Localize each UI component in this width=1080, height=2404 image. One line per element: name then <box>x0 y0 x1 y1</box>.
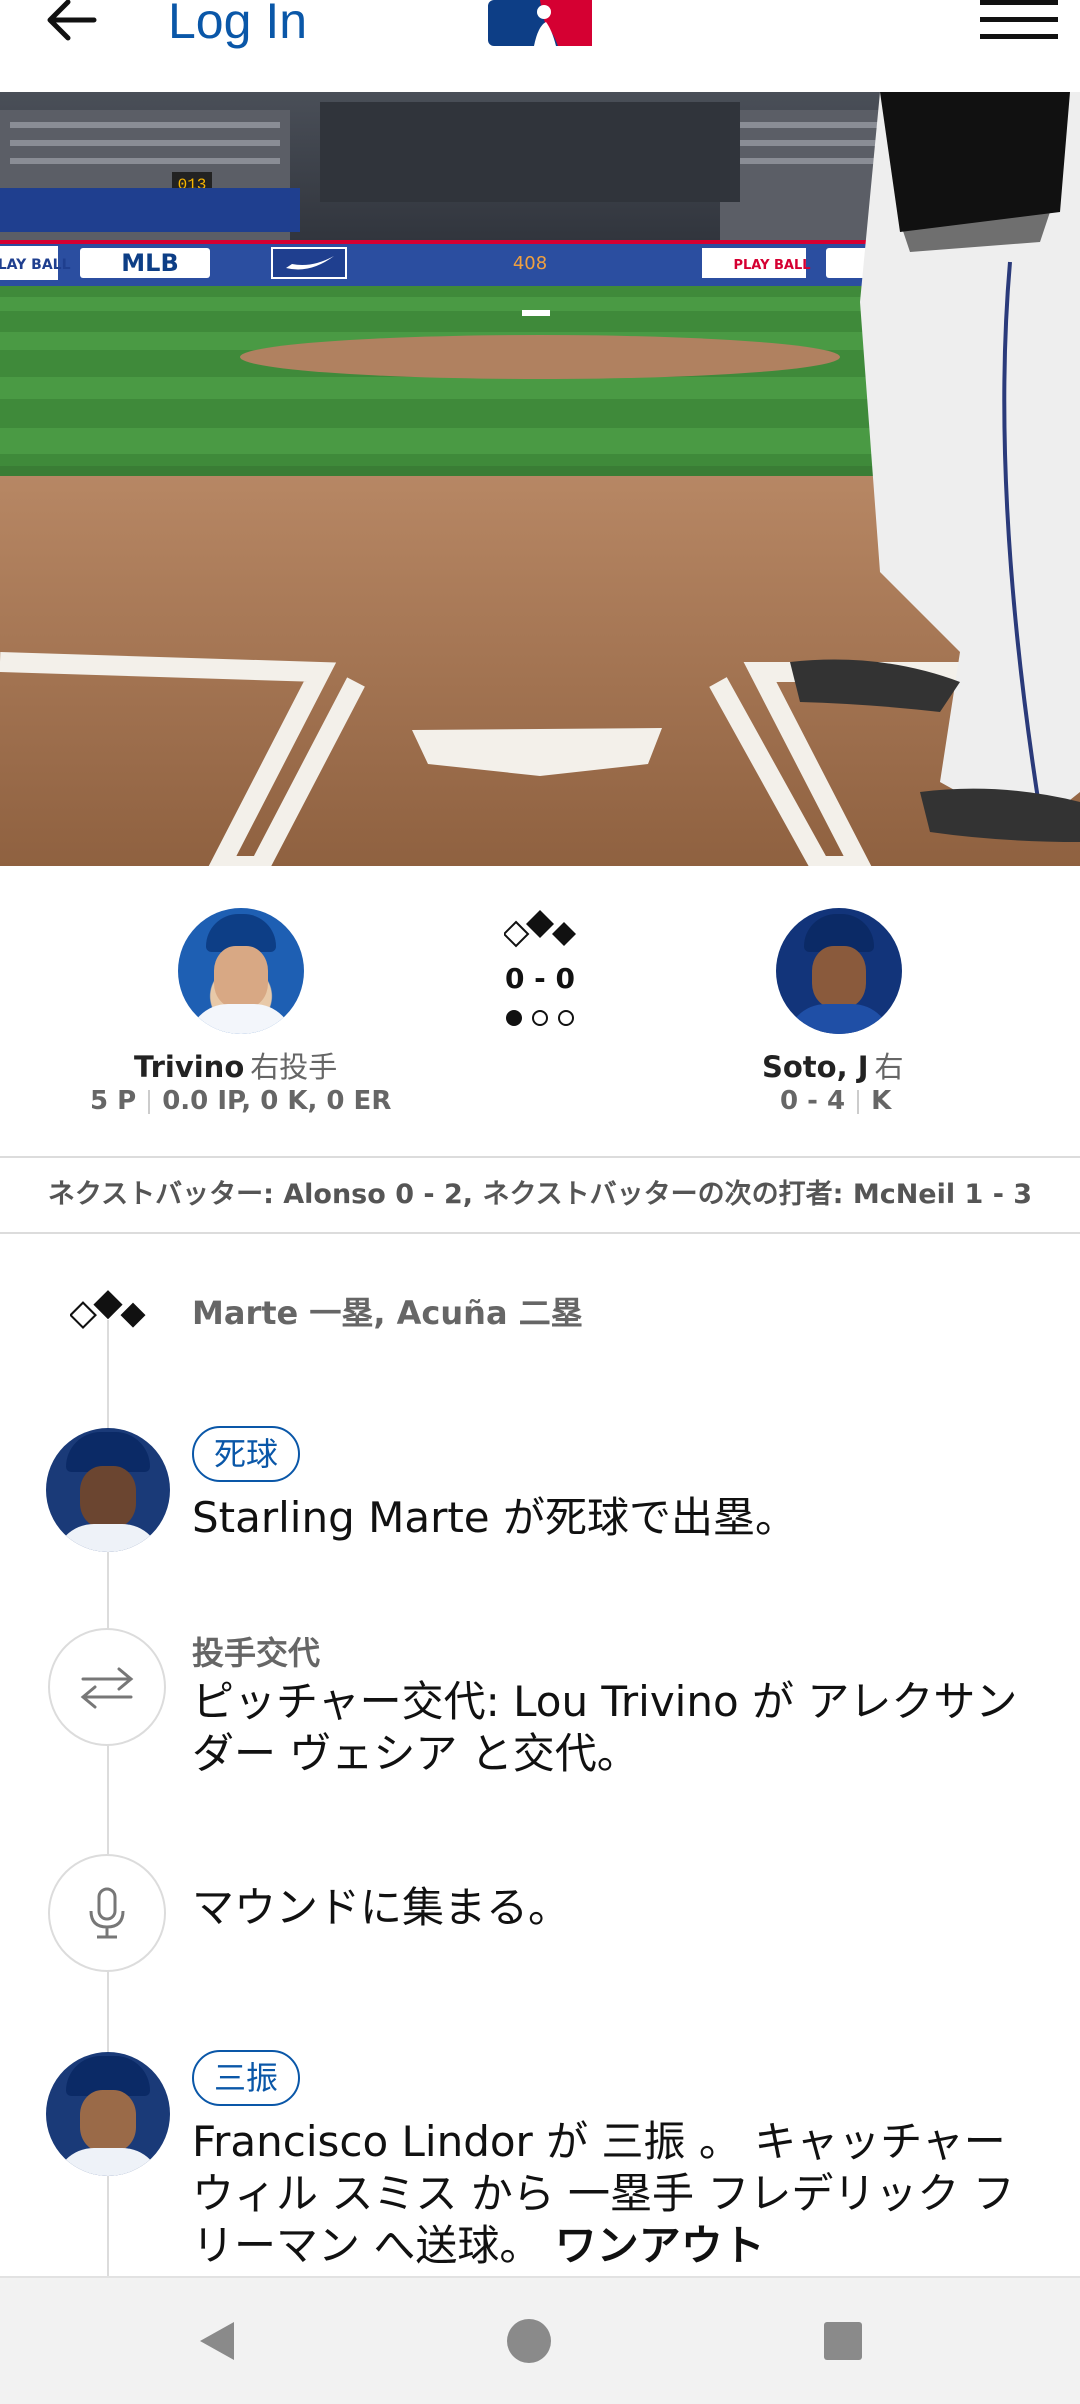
batter-name[interactable]: Soto, J右 <box>762 1044 904 1086</box>
pitcher-avatar[interactable] <box>178 908 304 1034</box>
commentary-icon-circle <box>48 1854 166 1972</box>
nav-recents-icon[interactable] <box>820 2318 866 2364</box>
svg-text:408: 408 <box>513 253 547 274</box>
arrow-left-icon <box>47 0 97 41</box>
event-badge-hbp: 死球 <box>192 1426 301 1482</box>
player-avatar-marte[interactable] <box>46 1428 170 1552</box>
event-label-pitching-change: 投手交代 <box>192 1634 321 1672</box>
pitching-change-icon-circle <box>48 1628 166 1746</box>
runners-on-base: Marte 一塁, Acuña 二塁 <box>192 1294 583 1332</box>
pitcher-stats: 5 P 0.0 IP, 0 K, 0 ER <box>90 1086 392 1116</box>
system-navigation-bar <box>0 2276 1080 2404</box>
next-batter-bar: ネクストバッター: Alonso 0 - 2, ネクストバッターの次の打者: M… <box>0 1156 1080 1234</box>
svg-text:MLB: MLB <box>121 249 178 277</box>
svg-text:PLAY BALL: PLAY BALL <box>0 257 71 273</box>
top-bar: Log In <box>0 0 1080 92</box>
svg-text:PLAY BALL: PLAY BALL <box>733 258 810 273</box>
back-button[interactable] <box>44 0 104 42</box>
login-link[interactable]: Log In <box>168 0 307 50</box>
event-description: Starling Marte が死球で出塁。 <box>192 1493 798 1542</box>
pitcher-name[interactable]: Trivino 右投手 <box>134 1044 337 1086</box>
ball-strike-count: 0 - 0 <box>504 962 576 995</box>
gameday-3d-view: 013 PLAY BALL MLB 408 PLAY BALL <box>0 92 1080 866</box>
mlb-logo[interactable] <box>488 0 592 46</box>
event-description: Francisco Lindor が 三振 。 キャッチャー ウィル スミス か… <box>192 2117 1015 2270</box>
swap-arrows-icon <box>80 1667 134 1709</box>
menu-button[interactable] <box>980 0 1058 40</box>
bases-diamond-icon <box>504 910 576 948</box>
microphone-icon <box>89 1887 125 1939</box>
batter-avatar[interactable] <box>776 908 902 1034</box>
event-description: マウンドに集まる。 <box>192 1883 571 1932</box>
hamburger-menu-icon <box>980 0 1058 39</box>
nav-back-icon[interactable] <box>194 2318 240 2364</box>
batter-stats: 0 - 4K <box>780 1086 892 1116</box>
bases-diamond-icon <box>70 1290 146 1330</box>
event-badge-strikeout: 三振 <box>192 2050 301 2106</box>
outs-indicator <box>506 1010 574 1026</box>
event-description: ピッチャー交代: Lou Trivino が アレクサンダー ヴェシア と交代。 <box>192 1677 1018 1778</box>
nav-home-icon[interactable] <box>506 2318 552 2364</box>
ballpark-illustration: 013 PLAY BALL MLB 408 PLAY BALL <box>0 92 1080 866</box>
player-avatar-lindor[interactable] <box>46 2052 170 2176</box>
